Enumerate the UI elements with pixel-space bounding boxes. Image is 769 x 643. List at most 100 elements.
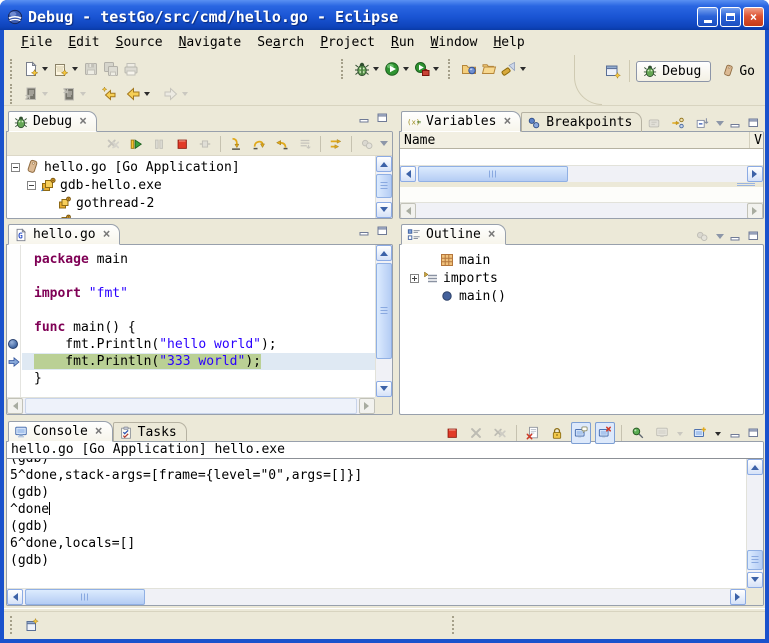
variables-detail-hscrollbar[interactable] (400, 202, 763, 219)
code-line[interactable]: func main() { (22, 319, 375, 336)
variables-column-header[interactable]: Name V (400, 132, 763, 149)
print-button[interactable] (121, 58, 141, 80)
editor-text-area[interactable]: package mainimport "fmt"func main() { fm… (22, 245, 375, 397)
tab-hello-go[interactable]: G hello.go × (8, 224, 120, 245)
scroll-down-button[interactable] (376, 381, 392, 397)
scroll-thumb[interactable] (25, 398, 357, 414)
run-external-tools-dropdown[interactable] (433, 67, 439, 74)
menu-edit[interactable]: Edit (61, 33, 106, 52)
new-wizard-button[interactable] (21, 58, 41, 80)
collapse-all-button[interactable] (692, 112, 712, 134)
debug-tree-row[interactable] (7, 212, 392, 218)
view-management-button[interactable] (357, 133, 377, 155)
code-line[interactable]: import "fmt" (22, 285, 375, 302)
toolbar-handle[interactable] (341, 59, 348, 79)
scroll-thumb[interactable] (376, 174, 392, 198)
use-step-filters-button[interactable] (326, 133, 346, 155)
show-console-on-stderr-button[interactable] (595, 422, 615, 444)
search-dropdown[interactable] (520, 67, 526, 74)
toolbar-handle[interactable] (10, 59, 17, 79)
remove-all-terminated-button[interactable] (103, 133, 123, 155)
pin-console-button[interactable] (628, 422, 648, 444)
minimize-view-button[interactable] (357, 112, 371, 124)
tree-expander[interactable] (11, 163, 20, 172)
console-output[interactable]: (gdb) 5^done,stack-args=[frame={level="0… (7, 459, 746, 588)
scroll-thumb[interactable] (747, 550, 763, 570)
minimize-button[interactable] (697, 7, 718, 27)
menu-project[interactable]: Project (313, 33, 382, 52)
code-line[interactable]: } (22, 370, 375, 387)
name-column-header[interactable]: Name (404, 133, 435, 148)
view-menu-chevron[interactable] (716, 121, 724, 126)
scroll-left-button[interactable] (7, 398, 23, 414)
display-console-dropdown[interactable] (677, 432, 683, 439)
menu-help[interactable]: Help (486, 33, 531, 52)
close-tab-icon[interactable]: × (95, 427, 103, 437)
scroll-left-button[interactable] (400, 166, 416, 182)
maximize-view-button[interactable] (746, 230, 760, 242)
menu-navigate[interactable]: Navigate (172, 33, 249, 52)
next-annotation-button[interactable] (21, 83, 41, 105)
code-line[interactable]: package main (22, 251, 375, 268)
scroll-right-button[interactable] (747, 203, 763, 219)
maximize-view-button[interactable] (746, 117, 760, 129)
close-tab-icon[interactable]: × (488, 230, 496, 240)
scroll-thumb[interactable] (25, 589, 145, 605)
new-element-button[interactable] (51, 58, 71, 80)
suspend-button[interactable] (149, 133, 169, 155)
menu-search[interactable]: Search (250, 33, 311, 52)
editor-hscrollbar[interactable] (7, 397, 375, 414)
debug-dropdown[interactable] (373, 67, 379, 74)
tab-variables[interactable]: (x)= Variables × (401, 111, 521, 132)
scroll-thumb[interactable] (376, 263, 392, 359)
debug-button[interactable] (352, 58, 372, 80)
console-vscrollbar[interactable] (746, 459, 763, 588)
previous-annotation-dropdown[interactable] (80, 92, 86, 99)
outline-tree-row[interactable]: imports (406, 269, 763, 287)
close-tab-icon[interactable]: × (79, 117, 87, 127)
link-with-editor-button[interactable] (692, 225, 712, 247)
close-tab-icon[interactable]: × (103, 230, 111, 240)
disconnect-button[interactable] (195, 133, 215, 155)
variables-empty-row[interactable] (400, 149, 763, 165)
forward-button[interactable] (161, 83, 181, 105)
scroll-down-button[interactable] (747, 572, 763, 588)
scroll-thumb[interactable] (418, 166, 568, 182)
run-button[interactable] (382, 58, 402, 80)
minimize-view-button[interactable] (357, 225, 371, 237)
editor-annotation-ruler[interactable] (7, 245, 21, 397)
step-into-button[interactable] (226, 133, 246, 155)
back-dropdown[interactable] (144, 92, 150, 99)
toolbar-handle[interactable] (10, 84, 17, 104)
variables-detail-sash[interactable] (400, 182, 763, 187)
menu-window[interactable]: Window (423, 33, 484, 52)
tree-expander[interactable] (410, 274, 419, 283)
instruction-pointer-marker[interactable] (8, 356, 20, 371)
close-tab-icon[interactable]: × (503, 117, 511, 127)
new-wizard-dropdown[interactable] (42, 67, 48, 74)
scroll-right-button[interactable] (747, 166, 763, 182)
debug-perspective-button[interactable]: Debug (636, 61, 711, 82)
menu-file[interactable]: File (14, 33, 59, 52)
close-button[interactable]: × (743, 7, 764, 27)
minimize-view-button[interactable] (728, 117, 742, 129)
open-folder-button[interactable] (479, 58, 499, 80)
editor-vscrollbar[interactable] (375, 245, 392, 397)
terminate-button[interactable] (172, 133, 192, 155)
scroll-down-button[interactable] (376, 202, 392, 218)
show-type-names-button[interactable] (644, 112, 664, 134)
open-resource-button[interactable] (459, 58, 479, 80)
scroll-up-button[interactable] (376, 156, 392, 172)
remove-all-terminated-button[interactable] (490, 422, 510, 444)
breakpoint-marker[interactable] (8, 339, 18, 349)
scroll-up-button[interactable] (747, 459, 763, 475)
debug-tree-row[interactable]: hello.go [Go Application] (7, 158, 392, 176)
variables-hscrollbar[interactable] (400, 165, 763, 182)
save-button[interactable] (81, 58, 101, 80)
go-perspective-button[interactable]: Go (717, 62, 759, 81)
debug-tree-vscrollbar[interactable] (375, 156, 392, 218)
scroll-lock-button[interactable] (547, 422, 567, 444)
minimize-view-button[interactable] (728, 427, 742, 439)
tree-expander[interactable] (27, 181, 36, 190)
maximize-view-button[interactable] (375, 225, 389, 237)
